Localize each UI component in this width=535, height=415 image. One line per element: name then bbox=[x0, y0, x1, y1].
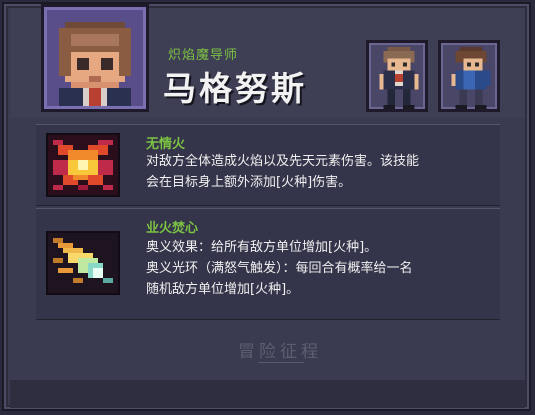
comet-icon bbox=[46, 231, 120, 295]
skin-thumbnail-2[interactable] bbox=[438, 40, 500, 112]
game-logo: 冒险征程 bbox=[230, 332, 330, 372]
skin-thumbnail-1[interactable] bbox=[366, 40, 428, 112]
game-logo-text: 冒险征程 bbox=[238, 342, 322, 362]
hero-portrait bbox=[41, 4, 149, 112]
hero-class-label: 炽焰魔导师 bbox=[168, 48, 239, 63]
skill-panel-2: 业火焚心 奥义效果：给所有敌方单位增加[火种]。 奥义光环（满怒气触发）：每回合… bbox=[36, 208, 500, 320]
skill-name-2: 业火焚心 bbox=[146, 221, 199, 236]
hero-portrait-icon bbox=[47, 10, 143, 106]
skill-name-1: 无情火 bbox=[146, 137, 186, 152]
skill-description-1: 对敌方全体造成火焰以及先天元素伤害。该技能 会在目标身上额外添加[火种]伤害。 bbox=[146, 154, 420, 190]
skill-description-2: 奥义效果：给所有敌方单位增加[火种]。 奥义光环（满怒气触发）：每回合有概率给一… bbox=[146, 240, 413, 297]
hero-name: 马格努斯 bbox=[163, 69, 307, 108]
bottom-strip bbox=[10, 380, 525, 408]
skill-panel-1: 无情火 对敌方全体造成火焰以及先天元素伤害。该技能 会在目标身上额外添加[火种]… bbox=[36, 124, 500, 206]
hero-sprite-icon bbox=[379, 47, 419, 109]
fire-burst-icon bbox=[46, 133, 120, 197]
hero-alt-sprite-icon bbox=[451, 47, 491, 109]
logo-divider bbox=[258, 362, 304, 363]
